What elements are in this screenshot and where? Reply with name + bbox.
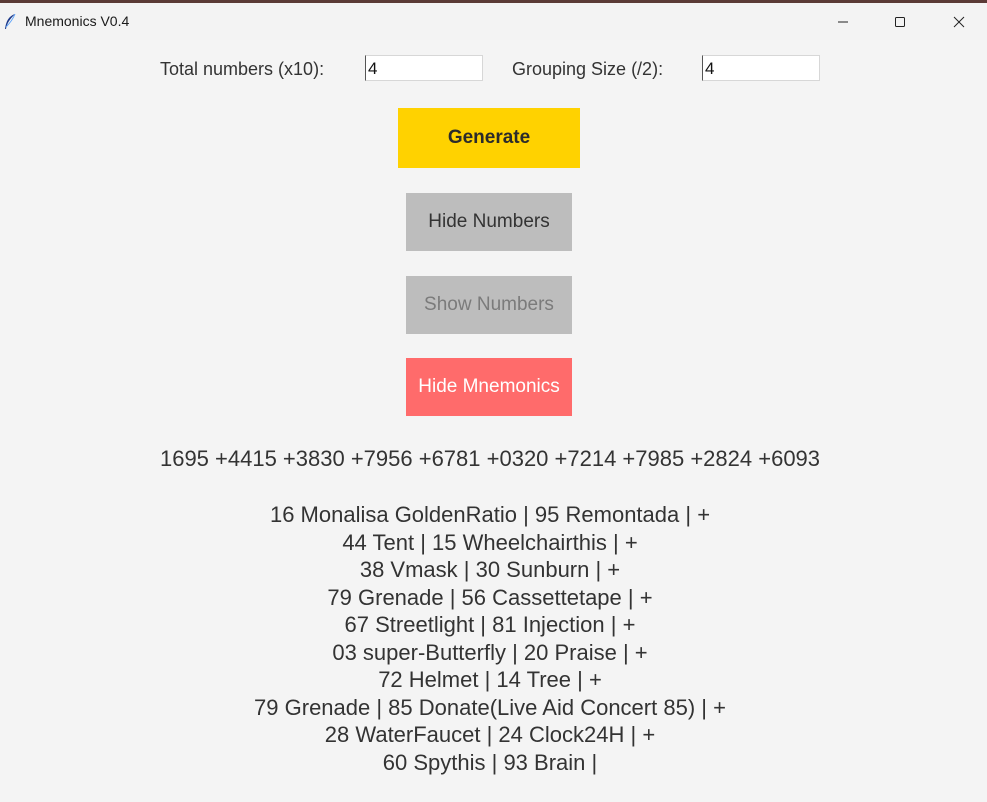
hide-numbers-button[interactable]: Hide Numbers <box>406 193 572 251</box>
maximize-icon <box>894 16 906 28</box>
minimize-icon <box>837 16 849 28</box>
show-numbers-button[interactable]: Show Numbers <box>406 276 572 334</box>
mnemonic-line: 03 super-Butterfly | 20 Praise | + <box>332 639 648 665</box>
total-numbers-input[interactable] <box>365 55 483 81</box>
mnemonic-line: 28 WaterFaucet | 24 Clock24H | + <box>324 722 656 747</box>
window-title: Mnemonics V0.4 <box>25 13 130 29</box>
mnemonic-line: 79 Grenade | 56 Cassettetape | + <box>327 584 653 610</box>
mnemonic-line: 72 Helmet | 14 Tree | + <box>378 667 602 692</box>
feather-icon <box>3 13 17 31</box>
mnemonics-list: 16 Monalisa GoldenRatio | 95 Remontada |… <box>0 501 980 776</box>
hide-mnemonics-button[interactable]: Hide Mnemonics <box>406 358 572 416</box>
mnemonic-line: 60 Spythis | 93 Brain | <box>382 749 598 775</box>
close-icon <box>953 16 965 28</box>
mnemonic-line: 44 Tent | 15 Wheelchairthis | + <box>342 529 638 555</box>
title-bar[interactable]: Mnemonics V0.4 <box>0 3 987 40</box>
minimize-button[interactable] <box>820 3 866 40</box>
close-button[interactable] <box>936 3 982 40</box>
grouping-size-input[interactable] <box>702 55 820 81</box>
generate-button[interactable]: Generate <box>398 108 580 168</box>
generated-numbers: 1695 +4415 +3830 +7956 +6781 +0320 +7214… <box>159 446 821 471</box>
mnemonic-line: 79 Grenade | 85 Donate(Live Aid Concert … <box>254 694 726 720</box>
total-numbers-label: Total numbers (x10): <box>160 59 325 79</box>
mnemonic-line: 16 Monalisa GoldenRatio | 95 Remontada |… <box>269 502 711 527</box>
maximize-button[interactable] <box>877 3 923 40</box>
mnemonic-line: 38 Vmask | 30 Sunburn | + <box>359 557 621 582</box>
mnemonic-line: 67 Streetlight | 81 Injection | + <box>344 612 636 637</box>
grouping-size-label: Grouping Size (/2): <box>512 59 664 79</box>
